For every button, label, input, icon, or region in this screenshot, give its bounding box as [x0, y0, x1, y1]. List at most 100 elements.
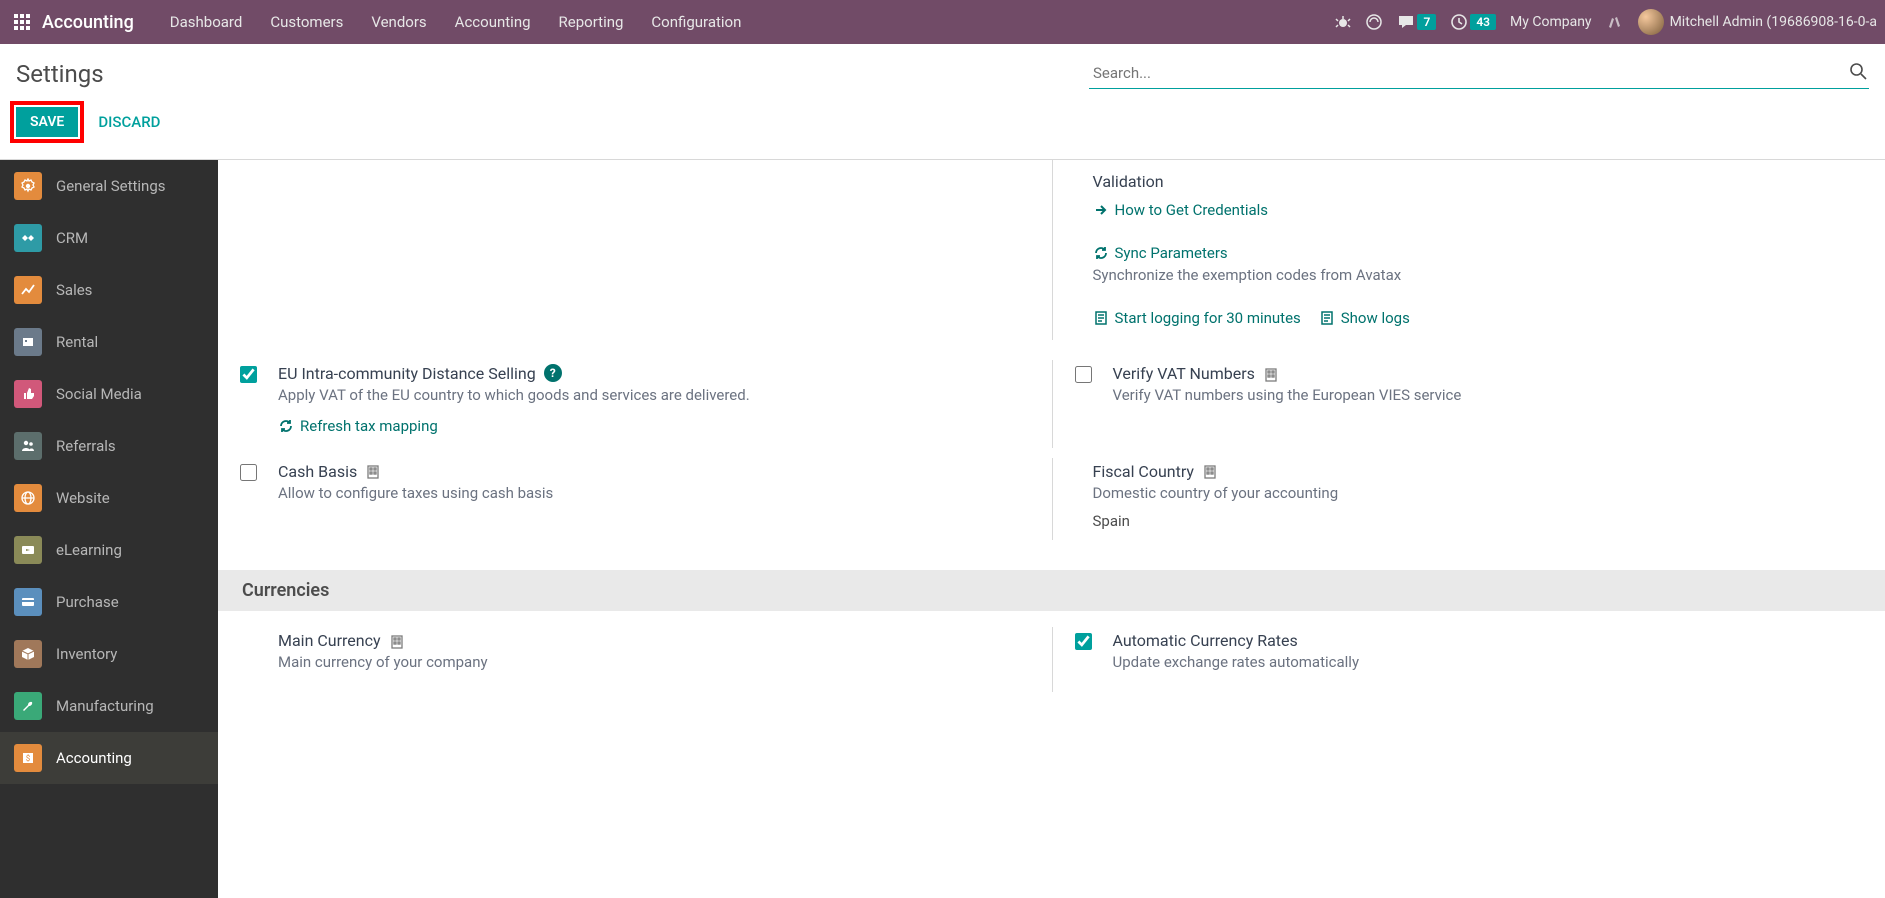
- systray: 7 43 My Company Mitchell Admin (19686908…: [1335, 9, 1877, 35]
- graduation-icon: [14, 536, 42, 564]
- sidebar-item-sales[interactable]: Sales: [0, 264, 218, 316]
- gear-icon: [14, 172, 42, 200]
- refresh-tax-mapping-link[interactable]: Refresh tax mapping: [278, 417, 438, 435]
- sync-parameters-link[interactable]: Sync Parameters: [1093, 244, 1228, 262]
- settings-sidebar: General Settings CRM Sales Rental Social…: [0, 160, 218, 898]
- sidebar-item-label: Sales: [56, 281, 92, 299]
- fiscal-country-value[interactable]: Spain: [1093, 512, 1866, 530]
- top-navbar: Accounting Dashboard Customers Vendors A…: [0, 0, 1885, 44]
- main-currency-desc: Main currency of your company: [278, 652, 1032, 674]
- menu-configuration[interactable]: Configuration: [637, 0, 755, 44]
- eu-distance-selling-title: EU Intra-community Distance Selling: [278, 364, 536, 383]
- refresh-icon: [1093, 245, 1109, 261]
- wrench-icon: [14, 692, 42, 720]
- sidebar-item-accounting[interactable]: $ Accounting: [0, 732, 218, 784]
- sidebar-item-referrals[interactable]: Referrals: [0, 420, 218, 472]
- cash-basis-desc: Allow to configure taxes using cash basi…: [278, 483, 1032, 505]
- activities-icon[interactable]: 43: [1450, 13, 1496, 31]
- start-logging-link[interactable]: Start logging for 30 minutes: [1093, 309, 1301, 327]
- sidebar-item-label: General Settings: [56, 177, 166, 195]
- bug-icon[interactable]: [1335, 14, 1351, 30]
- fiscal-country-desc: Domestic country of your accounting: [1093, 483, 1866, 505]
- activities-badge: 43: [1470, 14, 1496, 30]
- building-icon[interactable]: [1202, 462, 1218, 481]
- sidebar-item-inventory[interactable]: Inventory: [0, 628, 218, 680]
- document-icon: [1319, 310, 1335, 326]
- building-icon[interactable]: [365, 462, 381, 481]
- auto-currency-checkbox[interactable]: [1075, 633, 1092, 650]
- sidebar-item-purchase[interactable]: Purchase: [0, 576, 218, 628]
- chart-icon: [14, 276, 42, 304]
- sidebar-item-elearning[interactable]: eLearning: [0, 524, 218, 576]
- verify-vat-desc: Verify VAT numbers using the European VI…: [1113, 385, 1866, 407]
- menu-accounting[interactable]: Accounting: [441, 0, 545, 44]
- search-input[interactable]: [1089, 58, 1869, 89]
- menu-customers[interactable]: Customers: [256, 0, 357, 44]
- discard-button[interactable]: DISCARD: [98, 113, 160, 131]
- settings-content: Validation How to Get Credentials Sync P…: [218, 160, 1885, 898]
- menu-dashboard[interactable]: Dashboard: [156, 0, 257, 44]
- cash-basis-title: Cash Basis: [278, 462, 357, 481]
- save-highlight: SAVE: [10, 101, 84, 143]
- sidebar-item-label: CRM: [56, 229, 88, 247]
- apps-icon[interactable]: [8, 8, 36, 36]
- sidebar-item-website[interactable]: Website: [0, 472, 218, 524]
- auto-currency-desc: Update exchange rates automatically: [1113, 652, 1866, 674]
- how-get-credentials-link[interactable]: How to Get Credentials: [1093, 201, 1269, 219]
- refresh-icon: [278, 418, 294, 434]
- sidebar-item-rental[interactable]: Rental: [0, 316, 218, 368]
- document-icon: [1093, 310, 1109, 326]
- people-icon: [14, 432, 42, 460]
- sidebar-item-social-media[interactable]: Social Media: [0, 368, 218, 420]
- company-switcher[interactable]: My Company: [1510, 14, 1592, 30]
- sidebar-item-label: Social Media: [56, 385, 142, 403]
- sidebar-item-label: Purchase: [56, 593, 119, 611]
- handshake-icon: [14, 224, 42, 252]
- show-logs-link[interactable]: Show logs: [1319, 309, 1410, 327]
- key-icon: [14, 328, 42, 356]
- eu-distance-selling-desc: Apply VAT of the EU country to which goo…: [278, 385, 1032, 407]
- messages-badge: 7: [1417, 14, 1436, 30]
- main-menu: Dashboard Customers Vendors Accounting R…: [156, 0, 756, 44]
- sidebar-item-label: Rental: [56, 333, 98, 351]
- thumbs-up-icon: [14, 380, 42, 408]
- box-icon: [14, 640, 42, 668]
- menu-reporting[interactable]: Reporting: [545, 0, 638, 44]
- money-icon: $: [14, 744, 42, 772]
- user-avatar-icon: [1638, 9, 1664, 35]
- support-icon[interactable]: [1365, 13, 1383, 31]
- app-brand[interactable]: Accounting: [42, 12, 134, 33]
- cash-basis-checkbox[interactable]: [240, 464, 257, 481]
- help-icon[interactable]: ?: [544, 364, 562, 382]
- sync-desc: Synchronize the exemption codes from Ava…: [1093, 265, 1866, 287]
- sidebar-item-manufacturing[interactable]: Manufacturing: [0, 680, 218, 732]
- main-currency-title: Main Currency: [278, 631, 381, 650]
- building-icon[interactable]: [1263, 364, 1279, 383]
- sidebar-item-crm[interactable]: CRM: [0, 212, 218, 264]
- sidebar-item-label: eLearning: [56, 541, 122, 559]
- credit-card-icon: [14, 588, 42, 616]
- user-menu[interactable]: Mitchell Admin (19686908-16-0-a: [1638, 9, 1877, 35]
- menu-vendors[interactable]: Vendors: [357, 0, 440, 44]
- sidebar-item-label: Manufacturing: [56, 697, 154, 715]
- fiscal-country-title: Fiscal Country: [1093, 462, 1195, 481]
- sidebar-item-label: Inventory: [56, 645, 117, 663]
- user-name: Mitchell Admin (19686908-16-0-a: [1670, 14, 1877, 30]
- search-wrap: [1089, 58, 1869, 89]
- save-button[interactable]: SAVE: [16, 107, 78, 137]
- building-icon[interactable]: [389, 631, 405, 650]
- arrow-right-icon: [1093, 202, 1109, 218]
- search-icon[interactable]: [1849, 62, 1867, 84]
- control-panel: Settings: [0, 44, 1885, 95]
- sidebar-item-label: Accounting: [56, 749, 132, 767]
- eu-distance-selling-checkbox[interactable]: [240, 366, 257, 383]
- verify-vat-checkbox[interactable]: [1075, 366, 1092, 383]
- sidebar-item-label: Referrals: [56, 437, 116, 455]
- page-title: Settings: [16, 60, 104, 88]
- messages-icon[interactable]: 7: [1397, 13, 1436, 31]
- validation-title: Validation: [1093, 172, 1866, 191]
- svg-text:$: $: [26, 754, 31, 763]
- sidebar-item-general-settings[interactable]: General Settings: [0, 160, 218, 212]
- debug-tools-icon[interactable]: [1606, 13, 1624, 31]
- currencies-section: Currencies: [218, 570, 1885, 611]
